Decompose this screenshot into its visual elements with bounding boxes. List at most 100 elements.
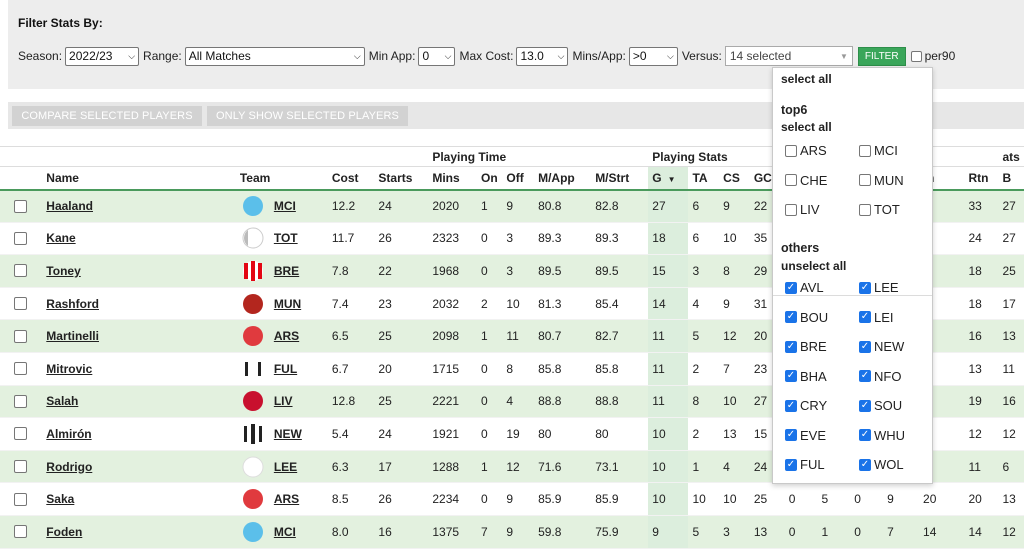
- player-name-link[interactable]: Saka: [46, 492, 74, 506]
- column-header-g[interactable]: G ▼: [648, 166, 689, 191]
- range-select[interactable]: All Matches ⌵: [184, 46, 365, 66]
- player-name-link[interactable]: Kane: [46, 231, 75, 245]
- row-select-checkbox[interactable]: [14, 460, 27, 474]
- team-checkbox[interactable]: [785, 429, 797, 441]
- versus-team-option[interactable]: WOL: [859, 457, 904, 472]
- column-header-off[interactable]: Off: [502, 166, 535, 191]
- player-name-link[interactable]: Rodrigo: [46, 460, 92, 474]
- team-checkbox[interactable]: [859, 144, 871, 157]
- versus-team-option[interactable]: LEE: [859, 280, 899, 295]
- versus-select-all[interactable]: select all: [781, 72, 832, 86]
- player-name-link[interactable]: Mitrovic: [46, 362, 92, 376]
- row-select-checkbox[interactable]: [14, 264, 27, 278]
- row-select-checkbox[interactable]: [14, 297, 27, 311]
- team-checkbox[interactable]: [785, 340, 797, 353]
- row-select-checkbox[interactable]: [14, 329, 27, 343]
- team-checkbox[interactable]: [859, 370, 871, 382]
- column-header-starts[interactable]: Starts: [374, 166, 429, 191]
- player-name-link[interactable]: Haaland: [46, 199, 93, 213]
- column-header-mins[interactable]: Mins: [428, 166, 477, 191]
- player-name-link[interactable]: Rashford: [46, 297, 99, 311]
- versus-team-option[interactable]: ARS: [785, 143, 827, 158]
- team-checkbox[interactable]: [859, 340, 871, 353]
- column-header-cost[interactable]: Cost: [327, 166, 375, 191]
- max-cost-select[interactable]: 13.0 ⌵: [516, 46, 569, 66]
- min-app-select[interactable]: 0 ⌵: [418, 46, 456, 66]
- team-code-link[interactable]: TOT: [274, 231, 298, 245]
- top6-select-all[interactable]: select all: [781, 120, 832, 134]
- team-code-link[interactable]: MCI: [274, 525, 296, 539]
- column-header-m-app[interactable]: M/App: [534, 166, 592, 191]
- versus-team-option[interactable]: BRE: [785, 339, 827, 354]
- row-select-checkbox[interactable]: [14, 427, 27, 441]
- versus-team-option[interactable]: EVE: [785, 428, 826, 443]
- team-code-link[interactable]: MCI: [274, 199, 296, 213]
- team-checkbox[interactable]: [785, 174, 797, 186]
- row-select-checkbox[interactable]: [14, 199, 27, 213]
- team-code-link[interactable]: LEE: [274, 460, 297, 474]
- versus-team-option[interactable]: TOT: [859, 202, 900, 217]
- player-name-link[interactable]: Toney: [46, 264, 80, 278]
- versus-team-option[interactable]: LEI: [859, 310, 894, 325]
- team-code-link[interactable]: LIV: [274, 394, 293, 408]
- column-header-ta[interactable]: TA: [688, 166, 720, 191]
- versus-team-option[interactable]: BOU: [785, 310, 828, 325]
- player-name-link[interactable]: Martinelli: [46, 329, 99, 343]
- compare-selected-players-button[interactable]: COMPARE SELECTED PLAYERS: [12, 106, 202, 126]
- team-checkbox[interactable]: [859, 311, 871, 323]
- column-header-on[interactable]: On: [476, 166, 503, 191]
- team-checkbox[interactable]: [859, 399, 871, 412]
- team-checkbox[interactable]: [859, 458, 871, 471]
- team-checkbox[interactable]: [785, 311, 797, 323]
- player-name-link[interactable]: Salah: [46, 394, 78, 408]
- versus-team-option[interactable]: WHU: [859, 428, 905, 443]
- team-checkbox[interactable]: [785, 458, 797, 471]
- row-select-checkbox[interactable]: [14, 525, 27, 539]
- versus-team-option[interactable]: CRY: [785, 398, 827, 413]
- row-select-checkbox[interactable]: [14, 492, 27, 506]
- versus-team-option[interactable]: MCI: [859, 143, 898, 158]
- team-code-link[interactable]: ARS: [274, 492, 299, 506]
- player-name-link[interactable]: Almirón: [46, 427, 91, 441]
- others-unselect-all[interactable]: unselect all: [781, 259, 846, 273]
- versus-team-option[interactable]: MUN: [859, 173, 904, 188]
- versus-team-option[interactable]: BHA: [785, 369, 827, 384]
- per90-checkbox[interactable]: [910, 50, 922, 62]
- team-checkbox[interactable]: [859, 174, 871, 186]
- team-code-link[interactable]: NEW: [274, 427, 302, 441]
- versus-team-option[interactable]: AVL: [785, 280, 824, 295]
- team-checkbox[interactable]: [859, 203, 871, 216]
- versus-team-option[interactable]: NFO: [859, 369, 901, 384]
- season-select[interactable]: 2022/23 ⌵: [65, 46, 140, 66]
- column-header-team[interactable]: Team: [235, 166, 328, 191]
- only-show-selected-players-button[interactable]: ONLY SHOW SELECTED PLAYERS: [207, 106, 408, 126]
- row-select-checkbox[interactable]: [14, 362, 27, 376]
- row-select-checkbox[interactable]: [14, 231, 27, 245]
- row-select-checkbox[interactable]: [14, 394, 27, 408]
- team-checkbox[interactable]: [859, 281, 871, 294]
- versus-select[interactable]: 14 selected ▼: [724, 46, 853, 66]
- versus-team-option[interactable]: FUL: [785, 457, 825, 472]
- column-header-rtn[interactable]: Rtn: [964, 166, 999, 191]
- team-code-link[interactable]: FUL: [274, 362, 297, 376]
- versus-team-option[interactable]: NEW: [859, 339, 904, 354]
- team-checkbox[interactable]: [785, 203, 797, 216]
- team-checkbox[interactable]: [785, 399, 797, 412]
- versus-team-option[interactable]: LIV: [785, 202, 820, 217]
- versus-team-option[interactable]: SOU: [859, 398, 902, 413]
- team-code-link[interactable]: BRE: [274, 264, 299, 278]
- filter-button[interactable]: FILTER: [857, 46, 906, 66]
- player-name-link[interactable]: Foden: [46, 525, 82, 539]
- column-header-m-strt[interactable]: M/Strt: [591, 166, 649, 191]
- team-code-link[interactable]: MUN: [274, 297, 301, 311]
- team-checkbox[interactable]: [785, 281, 797, 294]
- mins-app-select[interactable]: >0 ⌵: [628, 46, 678, 66]
- column-header-name[interactable]: Name: [42, 166, 236, 191]
- team-code-link[interactable]: ARS: [274, 329, 299, 343]
- team-checkbox[interactable]: [785, 370, 797, 382]
- column-header-cs[interactable]: CS: [719, 166, 750, 191]
- column-header-b[interactable]: B: [998, 166, 1024, 191]
- team-checkbox[interactable]: [859, 429, 871, 441]
- team-checkbox[interactable]: [785, 144, 797, 157]
- versus-team-option[interactable]: CHE: [785, 173, 827, 188]
